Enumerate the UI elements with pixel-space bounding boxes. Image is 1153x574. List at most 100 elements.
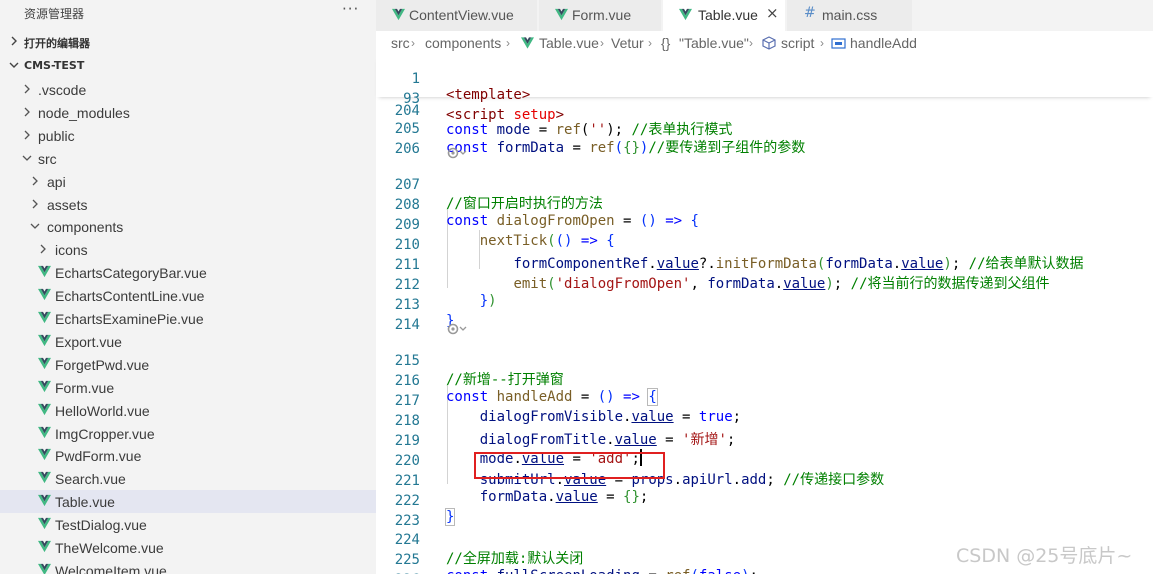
tree-file-item[interactable]: EchartsContentLine.vue: [0, 284, 376, 307]
tab-table[interactable]: Table.vue ×: [663, 0, 786, 31]
editor-tab-bar: ContentView.vue Form.vue Table.vue × # m…: [376, 0, 1153, 31]
tree-item-label: WelcomeItem.vue: [55, 562, 167, 574]
tree-item-label: PwdForm.vue: [55, 448, 142, 465]
tree-item-label: assets: [47, 196, 88, 213]
chevron-down-icon: [9, 62, 19, 68]
chevron-right-icon: [32, 199, 38, 208]
project-section[interactable]: CMS-TEST: [0, 55, 376, 77]
code-line[interactable]: 222 }: [376, 477, 1153, 526]
tree-item-label: src: [38, 150, 57, 167]
code-line[interactable]: 216 const handleAdd = () => {: [376, 357, 1153, 406]
tree-file-item[interactable]: EchartsExaminePie.vue: [0, 307, 376, 330]
tab-main-css[interactable]: # main.css: [787, 0, 913, 31]
chevron-right-icon: [40, 244, 46, 254]
vue-icon: [38, 289, 51, 301]
tree-item-label: TheWelcome.vue: [55, 540, 164, 556]
code-line[interactable]: 206: [376, 125, 1153, 157]
code-line[interactable]: 215 //新增--打开弹窗: [376, 337, 1153, 388]
vue-icon: [38, 403, 51, 415]
tab-contentview[interactable]: ContentView.vue: [376, 0, 538, 31]
sticky-line[interactable]: 93 <script setup>: [376, 75, 1153, 123]
variable-icon: [831, 38, 846, 49]
chevron-right-icon: [11, 36, 17, 46]
tab-form[interactable]: Form.vue: [539, 0, 662, 31]
vue-icon: [679, 8, 692, 21]
tree-file-item[interactable]: PwdForm.vue: [0, 444, 376, 467]
vue-icon: [38, 518, 51, 530]
sticky-line[interactable]: 1 <template>: [376, 55, 1153, 103]
tree-item-label: EchartsExaminePie.vue: [55, 311, 204, 327]
vue-icon: [38, 472, 51, 484]
tree-file-item[interactable]: Form.vue: [0, 376, 376, 399]
tree-file-item[interactable]: Search.vue: [0, 467, 376, 490]
code-line[interactable]: 210 formComponentRef.value?.initFormData…: [376, 221, 1153, 272]
explorer-title: 资源管理器: [24, 7, 85, 21]
sticky-scroll-header[interactable]: 1 <template> 93 <script setup>: [376, 55, 1153, 123]
code-line[interactable]: 214: [376, 301, 1153, 333]
vue-icon: [38, 266, 51, 278]
code-line[interactable]: 211 emit('dialogFromOpen', formData.valu…: [376, 241, 1153, 292]
codelens-icon[interactable]: [446, 145, 468, 161]
tree-item-label: Form.vue: [55, 379, 115, 396]
vue-icon: [38, 563, 51, 574]
vue-icon: [38, 311, 51, 324]
breadcrumb-file[interactable]: Table.vue: [539, 35, 599, 51]
chevron-down-icon: [22, 155, 32, 161]
breadcrumb-tablevue[interactable]: "Table.vue": [679, 35, 749, 51]
vue-icon: [38, 357, 51, 369]
tree-folder-item[interactable]: components: [0, 215, 376, 238]
tree-folder-item[interactable]: api: [0, 170, 376, 193]
tab-label: Table.vue: [698, 7, 758, 23]
watermark: CSDN @25号底片~: [956, 545, 1133, 567]
vue-icon: [38, 540, 51, 553]
codelens-icon[interactable]: [446, 321, 468, 337]
tree-file-item[interactable]: ForgetPwd.vue: [0, 353, 376, 376]
tree-file-item[interactable]: HelloWorld.vue: [0, 399, 376, 422]
tab-label: ContentView.vue: [409, 7, 514, 23]
code-line[interactable]: 212 }): [376, 261, 1153, 309]
code-line[interactable]: 224 //全屏加载:默认关闭: [376, 516, 1153, 567]
tree-folder-item[interactable]: src: [0, 147, 376, 170]
tree-file-item[interactable]: TestDialog.vue: [0, 513, 376, 536]
code-line[interactable]: 213 }: [376, 281, 1153, 329]
tree-file-item[interactable]: ImgCropper.vue: [0, 422, 376, 445]
tree-file-item[interactable]: Export.vue: [0, 330, 376, 353]
code-line[interactable]: 217 dialogFromVisible.value = true;: [376, 377, 1153, 425]
code-line[interactable]: 219 mode.value = 'add';: [376, 417, 1153, 467]
tree-item-label: TestDialog.vue: [55, 517, 147, 534]
code-line[interactable]: 218 dialogFromTitle.value = '新增';: [376, 397, 1153, 448]
chevron-right-icon: [24, 84, 30, 94]
tree-file-item[interactable]: EchartsCategoryBar.vue: [0, 261, 376, 284]
chevron-right-icon: [24, 107, 30, 117]
chevron-right-icon: ›: [506, 36, 510, 50]
braces-icon: {}: [661, 35, 671, 51]
tree-file-item[interactable]: Table.vue: [0, 490, 376, 514]
open-editors-section[interactable]: 打开的编辑器: [0, 31, 376, 53]
tree-folder-item[interactable]: assets: [0, 193, 376, 216]
cube-icon: [762, 36, 776, 50]
breadcrumb-handleadd[interactable]: handleAdd: [850, 35, 917, 51]
tree-folder-item[interactable]: icons: [0, 238, 376, 261]
tree-item-label: Search.vue: [55, 471, 126, 488]
tab-label: Form.vue: [572, 7, 632, 23]
more-actions-icon[interactable]: ···: [342, 0, 359, 18]
breadcrumb-script[interactable]: script: [781, 35, 814, 51]
code-line[interactable]: 209 nextTick(() => {: [376, 201, 1153, 249]
tree-folder-item[interactable]: node_modules: [0, 101, 376, 124]
vue-icon: [38, 380, 51, 392]
code-line[interactable]: 223: [376, 497, 1153, 529]
code-line[interactable]: 207 //窗口开启时执行的方法: [376, 161, 1153, 212]
code-line[interactable]: 208 const dialogFromOpen = () => {: [376, 181, 1153, 229]
breadcrumb-components[interactable]: components: [425, 35, 501, 51]
explorer-sidebar: 资源管理器 ··· 打开的编辑器 CMS-TEST .vscode node_mo…: [0, 0, 376, 574]
highlight-box: [474, 452, 665, 479]
chevron-right-icon: ›: [820, 36, 824, 50]
breadcrumb-src[interactable]: src: [391, 35, 410, 51]
code-editor[interactable]: 204 const mode = ref(''); //表单执行模式 1 <te…: [376, 55, 1153, 574]
tree-file-item[interactable]: WelcomeItem.vue: [0, 559, 376, 574]
close-icon[interactable]: ×: [766, 4, 779, 22]
breadcrumb-vetur[interactable]: Vetur: [611, 35, 644, 51]
tree-file-item[interactable]: TheWelcome.vue: [0, 536, 376, 559]
tree-folder-item[interactable]: .vscode: [0, 78, 376, 101]
tree-folder-item[interactable]: public: [0, 124, 376, 147]
